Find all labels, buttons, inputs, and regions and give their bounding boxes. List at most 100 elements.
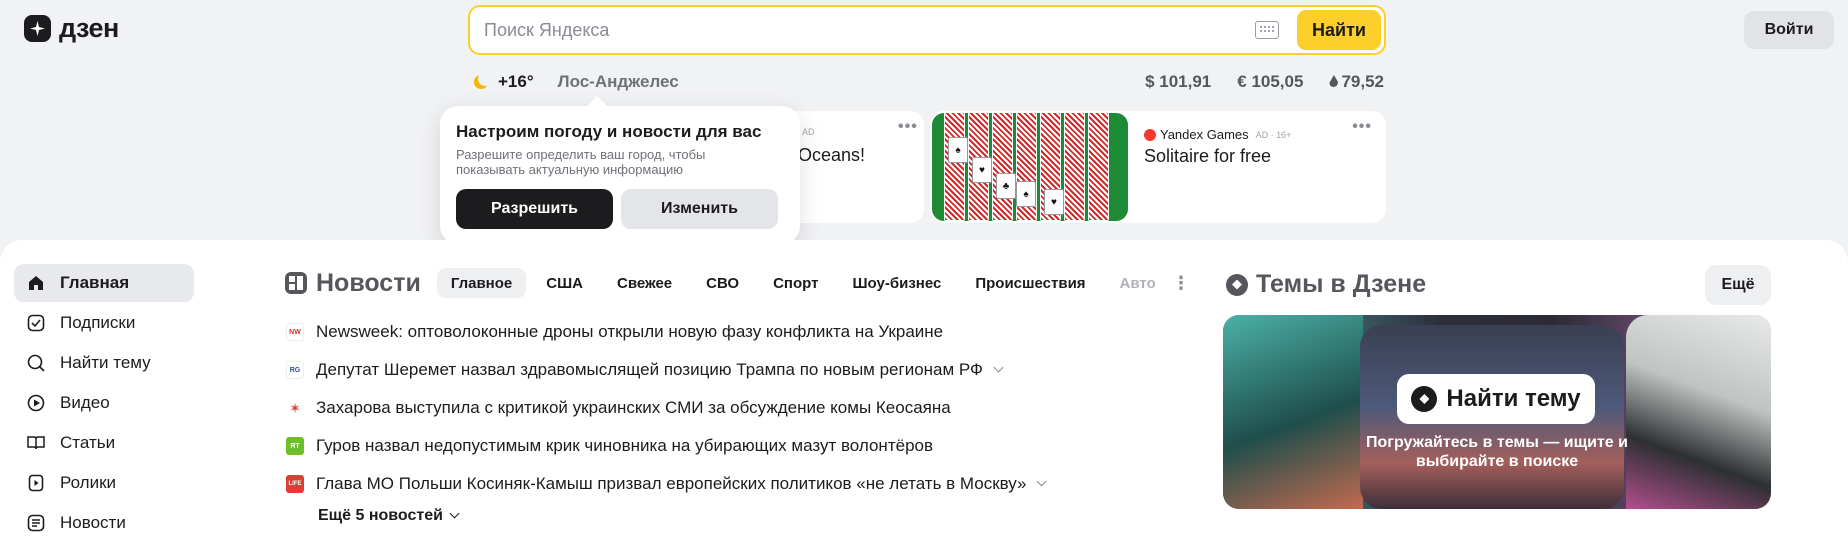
tab-showbiz[interactable]: Шоу-бизнес [838, 268, 955, 298]
news-list: NW Newsweek: оптоволоконные дроны открыл… [286, 313, 1047, 503]
news-item[interactable]: RG Депутат Шеремет назвал здравомыслящей… [286, 351, 1045, 389]
currency-rates: $ 101,91 € 105,05 79,52 [1145, 72, 1384, 92]
tab-sport[interactable]: Спорт [759, 268, 832, 298]
sidebar-item-subscriptions[interactable]: Подписки [14, 304, 194, 342]
more-options-icon[interactable]: ••• [898, 118, 918, 136]
source-newsweek-icon: NW [286, 323, 304, 341]
logo-text: дзен [59, 13, 119, 43]
location-popup: Настроим погоду и новости для вас Разреш… [440, 106, 800, 244]
topics-header: Темы в Дзене [1226, 270, 1426, 299]
topics-more-button[interactable]: Ещё [1705, 265, 1771, 305]
news-headline[interactable]: Гуров назвал недопустимым крик чиновника… [316, 436, 933, 456]
rate-oil[interactable]: 79,52 [1329, 72, 1384, 92]
sidebar-item-label: Видео [60, 393, 110, 412]
tab-incidents[interactable]: Происшествия [961, 268, 1099, 298]
moon-icon [474, 72, 492, 89]
banner-button-label: Найти тему [1446, 385, 1581, 412]
yandex-games-icon [1144, 128, 1156, 141]
dzen-logo-icon [24, 15, 51, 42]
sidebar-item-video[interactable]: Видео [14, 384, 194, 422]
news-headline[interactable]: Newsweek: оптоволоконные дроны открыли н… [316, 322, 943, 342]
sidebar-item-label: Найти тему [60, 353, 151, 372]
chevron-down-icon [449, 508, 460, 519]
weather-widget[interactable]: +16° Лос-Анджелес [474, 72, 679, 92]
news-tabs: Главное США Свежее СВО Спорт Шоу-бизнес … [436, 268, 1170, 298]
find-topic-banner-button[interactable]: Найти тему [1397, 374, 1595, 424]
subscriptions-icon [26, 313, 46, 333]
sidebar-item-home[interactable]: Главная [14, 264, 194, 302]
search-input[interactable] [470, 7, 1255, 53]
video-icon [26, 393, 46, 413]
allow-button[interactable]: Разрешить [456, 189, 613, 229]
ad-badge: AD [802, 127, 815, 137]
sidebar-item-label: Главная [60, 273, 130, 292]
tennis-image [1223, 315, 1363, 509]
solitaire-image: ♠ ♥ ♣ ♥ ♠ [932, 113, 1128, 221]
change-button[interactable]: Изменить [621, 189, 778, 229]
news-headline[interactable]: Захарова выступила с критикой украинских… [316, 398, 951, 418]
more-tabs-icon[interactable]: ⋮ [1172, 274, 1190, 292]
sidebar: Главная Подписки Найти тему Видео Статьи… [14, 264, 194, 544]
articles-icon [26, 433, 46, 453]
rate-eur[interactable]: € 105,05 [1237, 72, 1303, 92]
tab-svo[interactable]: СВО [692, 268, 753, 298]
news-headline[interactable]: Депутат Шеремет назвал здравомыслящей по… [316, 360, 983, 380]
login-button[interactable]: Войти [1744, 11, 1834, 49]
compass-icon [1226, 273, 1248, 296]
ad-title[interactable]: Solitaire for free [1144, 146, 1271, 167]
news-logo-icon [285, 272, 307, 294]
tab-usa[interactable]: США [532, 268, 597, 298]
rate-usd[interactable]: $ 101,91 [1145, 72, 1211, 92]
news-header: Новости Главное США Свежее СВО Спорт Шоу… [284, 268, 1170, 298]
chevron-down-icon[interactable] [993, 362, 1004, 373]
source-rg-icon: RG [286, 361, 304, 379]
sidebar-item-label: Новости [60, 513, 126, 532]
news-headline[interactable]: Глава МО Польши Косиняк-Камыш призвал ев… [316, 474, 1026, 494]
shorts-icon [26, 473, 46, 493]
rate-oil-value: 79,52 [1341, 72, 1384, 91]
source-rt-icon: RT [286, 437, 304, 455]
ad-brand: Yandex Games AD · 16+ [1144, 127, 1291, 142]
popup-title: Настроим погоду и новости для вас [456, 122, 762, 141]
home-icon [26, 273, 46, 293]
search-button[interactable]: Найти [1297, 10, 1381, 50]
sidebar-item-label: Подписки [60, 313, 136, 332]
chevron-down-icon[interactable] [1037, 476, 1047, 487]
keyboard-icon[interactable] [1255, 21, 1279, 39]
sidebar-item-shorts[interactable]: Ролики [14, 464, 194, 502]
weather-city[interactable]: Лос-Анджелес [558, 72, 679, 92]
ad-brand-name: Yandex Games [1160, 127, 1249, 142]
source-star-icon: ✶ [286, 399, 304, 417]
find-topic-banner[interactable]: Найти тему Погружайтесь в темы — ищите и… [1223, 315, 1771, 509]
news-item[interactable]: ✶ Захарова выступила с критикой украинск… [286, 389, 1045, 427]
sidebar-item-label: Статьи [60, 433, 116, 452]
sidebar-item-find-topic[interactable]: Найти тему [14, 344, 194, 382]
sidebar-item-articles[interactable]: Статьи [14, 424, 194, 462]
ad-card-solitaire[interactable]: ♠ ♥ ♣ ♥ ♠ Yandex Games AD · 16+ Solitair… [930, 111, 1386, 223]
more-options-icon[interactable]: ••• [1352, 118, 1372, 136]
tab-fresh[interactable]: Свежее [603, 268, 686, 298]
more-news-button[interactable]: Ещё 5 новостей [318, 507, 460, 525]
tab-auto[interactable]: Авто [1106, 268, 1170, 298]
weather-temperature: +16° [498, 72, 534, 91]
find-topic-icon [26, 353, 46, 373]
tab-main[interactable]: Главное [436, 268, 527, 298]
sidebar-item-news[interactable]: Новости [14, 504, 194, 542]
popup-text: Разрешите определить ваш город, чтобы по… [456, 147, 706, 177]
news-icon [26, 513, 46, 533]
ad-meta: AD · 16+ [1255, 129, 1292, 140]
ad-title[interactable]: Oceans! [798, 145, 865, 166]
find-topic-icon [1411, 386, 1438, 412]
sidebar-item-label: Ролики [60, 473, 117, 492]
news-item[interactable]: RT Гуров назвал недопустимым крик чиновн… [286, 427, 1045, 465]
news-title[interactable]: Новости [316, 269, 421, 298]
oil-drop-icon [1329, 75, 1339, 87]
search-bar: Найти [468, 5, 1386, 55]
dzen-logo[interactable]: дзен [24, 13, 119, 44]
more-news-label: Ещё 5 новостей [318, 507, 443, 524]
source-life-icon: LIFE [286, 475, 304, 493]
topics-title[interactable]: Темы в Дзене [1256, 270, 1426, 299]
banner-text: Погружайтесь в темы — ищите и выбирайте … [1366, 434, 1628, 470]
news-item[interactable]: NW Newsweek: оптоволоконные дроны открыл… [286, 313, 1045, 351]
news-item[interactable]: LIFE Глава МО Польши Косиняк-Камыш призв… [286, 465, 1047, 503]
